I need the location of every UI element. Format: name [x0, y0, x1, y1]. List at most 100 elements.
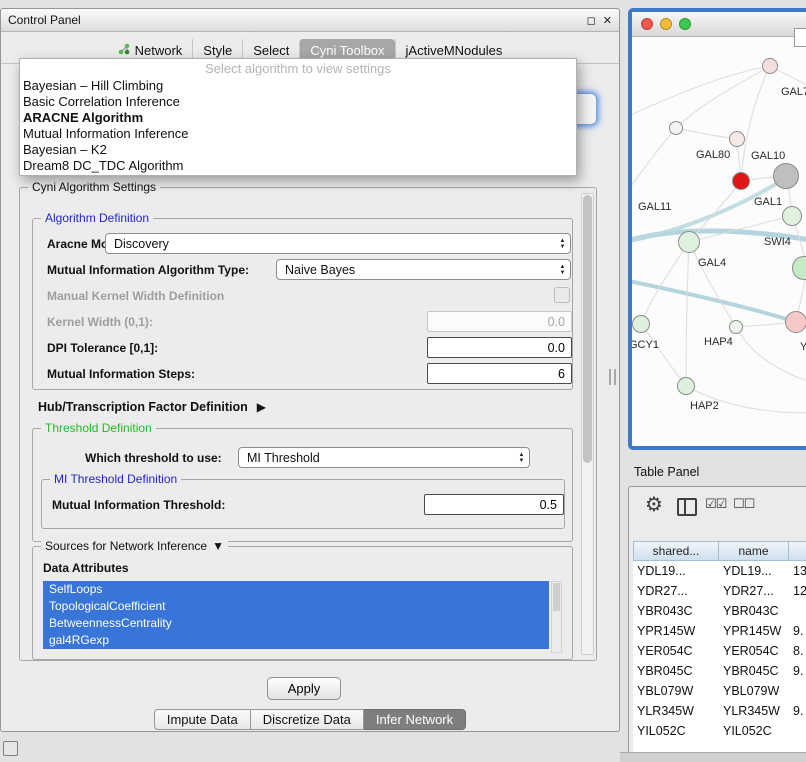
table-columns-icon[interactable] [677, 498, 697, 516]
control-panel-titlebar: Control Panel ◻ ✕ [1, 9, 619, 32]
algorithm-option[interactable]: Bayesian – Hill Climbing [20, 78, 576, 94]
group-legend: Cyni Algorithm Settings [28, 180, 160, 194]
network-node[interactable] [773, 163, 799, 189]
network-edge[interactable] [641, 242, 689, 324]
column-header[interactable] [789, 541, 806, 561]
network-edge[interactable] [676, 66, 770, 128]
node-label: HAP2 [690, 400, 719, 412]
threshold-type-select[interactable]: MI Threshold [238, 447, 530, 468]
table-row[interactable]: YDL19...YDL19...13 [633, 561, 806, 581]
network-edge[interactable] [632, 66, 770, 118]
algorithm-option[interactable]: Bayesian – K2 [20, 142, 576, 158]
network-edge[interactable] [676, 128, 737, 139]
network-edge[interactable] [741, 66, 770, 181]
attribute-item[interactable]: TopologicalCoefficient [43, 598, 549, 615]
stepper-icon [514, 452, 529, 464]
table-row[interactable]: YBR043CYBR043C [633, 601, 806, 621]
select-all-checkboxes-icon[interactable]: ☑☑ [705, 496, 726, 512]
mi-threshold-input[interactable] [424, 494, 564, 515]
node-label: GCY1 [632, 339, 659, 351]
network-edge[interactable] [641, 324, 686, 386]
panel-title: Control Panel [8, 13, 580, 27]
scrollbar-thumb[interactable] [583, 195, 592, 463]
algorithm-definition-group: Algorithm Definition Aracne Mode: Discov… [32, 218, 573, 390]
attribute-item[interactable]: SelfLoops [43, 581, 549, 598]
table-cell: 8. [789, 644, 806, 658]
network-titlebar[interactable] [632, 12, 806, 37]
table-cell: YLR345W [719, 704, 789, 718]
table-cell: 9. [789, 704, 806, 718]
dropdown-placeholder: Select algorithm to view settings [20, 61, 576, 78]
attribute-item[interactable]: gal4RGexp [43, 632, 549, 649]
table-body: YDL19...YDL19...13YDR27...YDR27...12YBR0… [633, 561, 806, 741]
sources-group: Sources for Network Inference ▼ Data Att… [32, 546, 573, 660]
algorithm-option[interactable]: Basic Correlation Inference [20, 94, 576, 110]
attribute-list-scrollbar[interactable] [551, 581, 562, 653]
mi-algorithm-type-select[interactable]: Naive Bayes [276, 259, 571, 280]
bottom-strip [620, 752, 806, 762]
network-edge[interactable] [689, 242, 736, 327]
aracne-mode-select[interactable]: Discovery [105, 233, 571, 254]
bottom-tab-impute-data[interactable]: Impute Data [154, 709, 251, 730]
table-cell: 9. [789, 624, 806, 638]
table-cell: YDL19... [719, 564, 789, 578]
network-node[interactable] [729, 131, 745, 147]
network-node[interactable] [669, 121, 683, 135]
mi-steps-input[interactable] [427, 363, 572, 384]
table-row[interactable]: YER054CYER054C8. [633, 641, 806, 661]
scrollbar-thumb[interactable] [553, 583, 560, 611]
threshold-definition-group: Threshold Definition Which threshold to … [32, 428, 573, 542]
network-edge[interactable] [686, 242, 689, 386]
table-row[interactable]: YDR27...YDR27...12 [633, 581, 806, 601]
docked-panel-icon[interactable] [3, 741, 18, 756]
network-node[interactable] [785, 311, 806, 333]
table-cell: 9. [789, 664, 806, 678]
float-window-icon[interactable]: ◻ [587, 14, 596, 27]
network-node[interactable] [782, 206, 802, 226]
table-cell: YDL19... [633, 564, 719, 578]
network-node[interactable] [729, 320, 743, 334]
algorithm-option[interactable]: ARACNE Algorithm [20, 110, 576, 126]
network-canvas[interactable]: GAL7GAL80GAL10GAL11GAL1SWI4GAL4GCY1HAP4H… [632, 36, 806, 446]
table-cell: YBR043C [633, 604, 719, 618]
settings-scrollbar[interactable] [581, 193, 594, 655]
network-node[interactable] [632, 315, 650, 333]
clear-checkboxes-icon[interactable]: ☐☐ [733, 496, 754, 512]
group-legend: Threshold Definition [41, 421, 156, 435]
node-label: GAL4 [698, 257, 726, 269]
table-panel-window: ⚙ ☑☑ ☐☐ shared...name YDL19...YDL19...13… [628, 486, 806, 762]
table-cell: YDR27... [633, 584, 719, 598]
table-row[interactable]: YBR045CYBR045C9. [633, 661, 806, 681]
network-node[interactable] [732, 172, 750, 190]
network-scrollbar-corner[interactable] [794, 28, 806, 47]
table-row[interactable]: YPR145WYPR145W9. [633, 621, 806, 641]
network-node[interactable] [762, 58, 778, 74]
network-edge[interactable] [736, 327, 806, 388]
collapse-arrow-icon[interactable]: ▼ [212, 539, 224, 553]
network-node[interactable] [678, 231, 700, 253]
column-header[interactable]: name [719, 541, 789, 561]
algorithm-option[interactable]: Dream8 DC_TDC Algorithm [20, 158, 576, 174]
attribute-item[interactable]: BetweennessCentrality [43, 615, 549, 632]
node-label: HAP4 [704, 336, 733, 348]
network-edge[interactable] [632, 128, 676, 196]
hub-section-toggle[interactable]: Hub/Transcription Factor Definition ▶ [38, 400, 266, 414]
apply-button[interactable]: Apply [267, 677, 341, 700]
table-row[interactable]: YIL052CYIL052C [633, 721, 806, 741]
minimize-traffic-light[interactable] [660, 18, 672, 30]
gear-icon[interactable]: ⚙ [645, 492, 663, 517]
bottom-tab-discretize-data[interactable]: Discretize Data [251, 709, 364, 730]
column-header[interactable]: shared... [633, 541, 719, 561]
table-row[interactable]: YBL079WYBL079W [633, 681, 806, 701]
network-node[interactable] [677, 377, 695, 395]
algorithm-option[interactable]: Mutual Information Inference [20, 126, 576, 142]
panel-splitter-handle[interactable] [609, 369, 616, 385]
dpi-tolerance-input[interactable] [427, 337, 572, 358]
table-row[interactable]: YLR345WYLR345W9. [633, 701, 806, 721]
close-traffic-light[interactable] [641, 18, 653, 30]
close-panel-icon[interactable]: ✕ [603, 14, 612, 27]
zoom-traffic-light[interactable] [679, 18, 691, 30]
network-edge[interactable] [632, 280, 796, 322]
bottom-tab-infer-network[interactable]: Infer Network [364, 709, 466, 730]
dpi-tolerance-label: DPI Tolerance [0,1]: [47, 341, 158, 355]
